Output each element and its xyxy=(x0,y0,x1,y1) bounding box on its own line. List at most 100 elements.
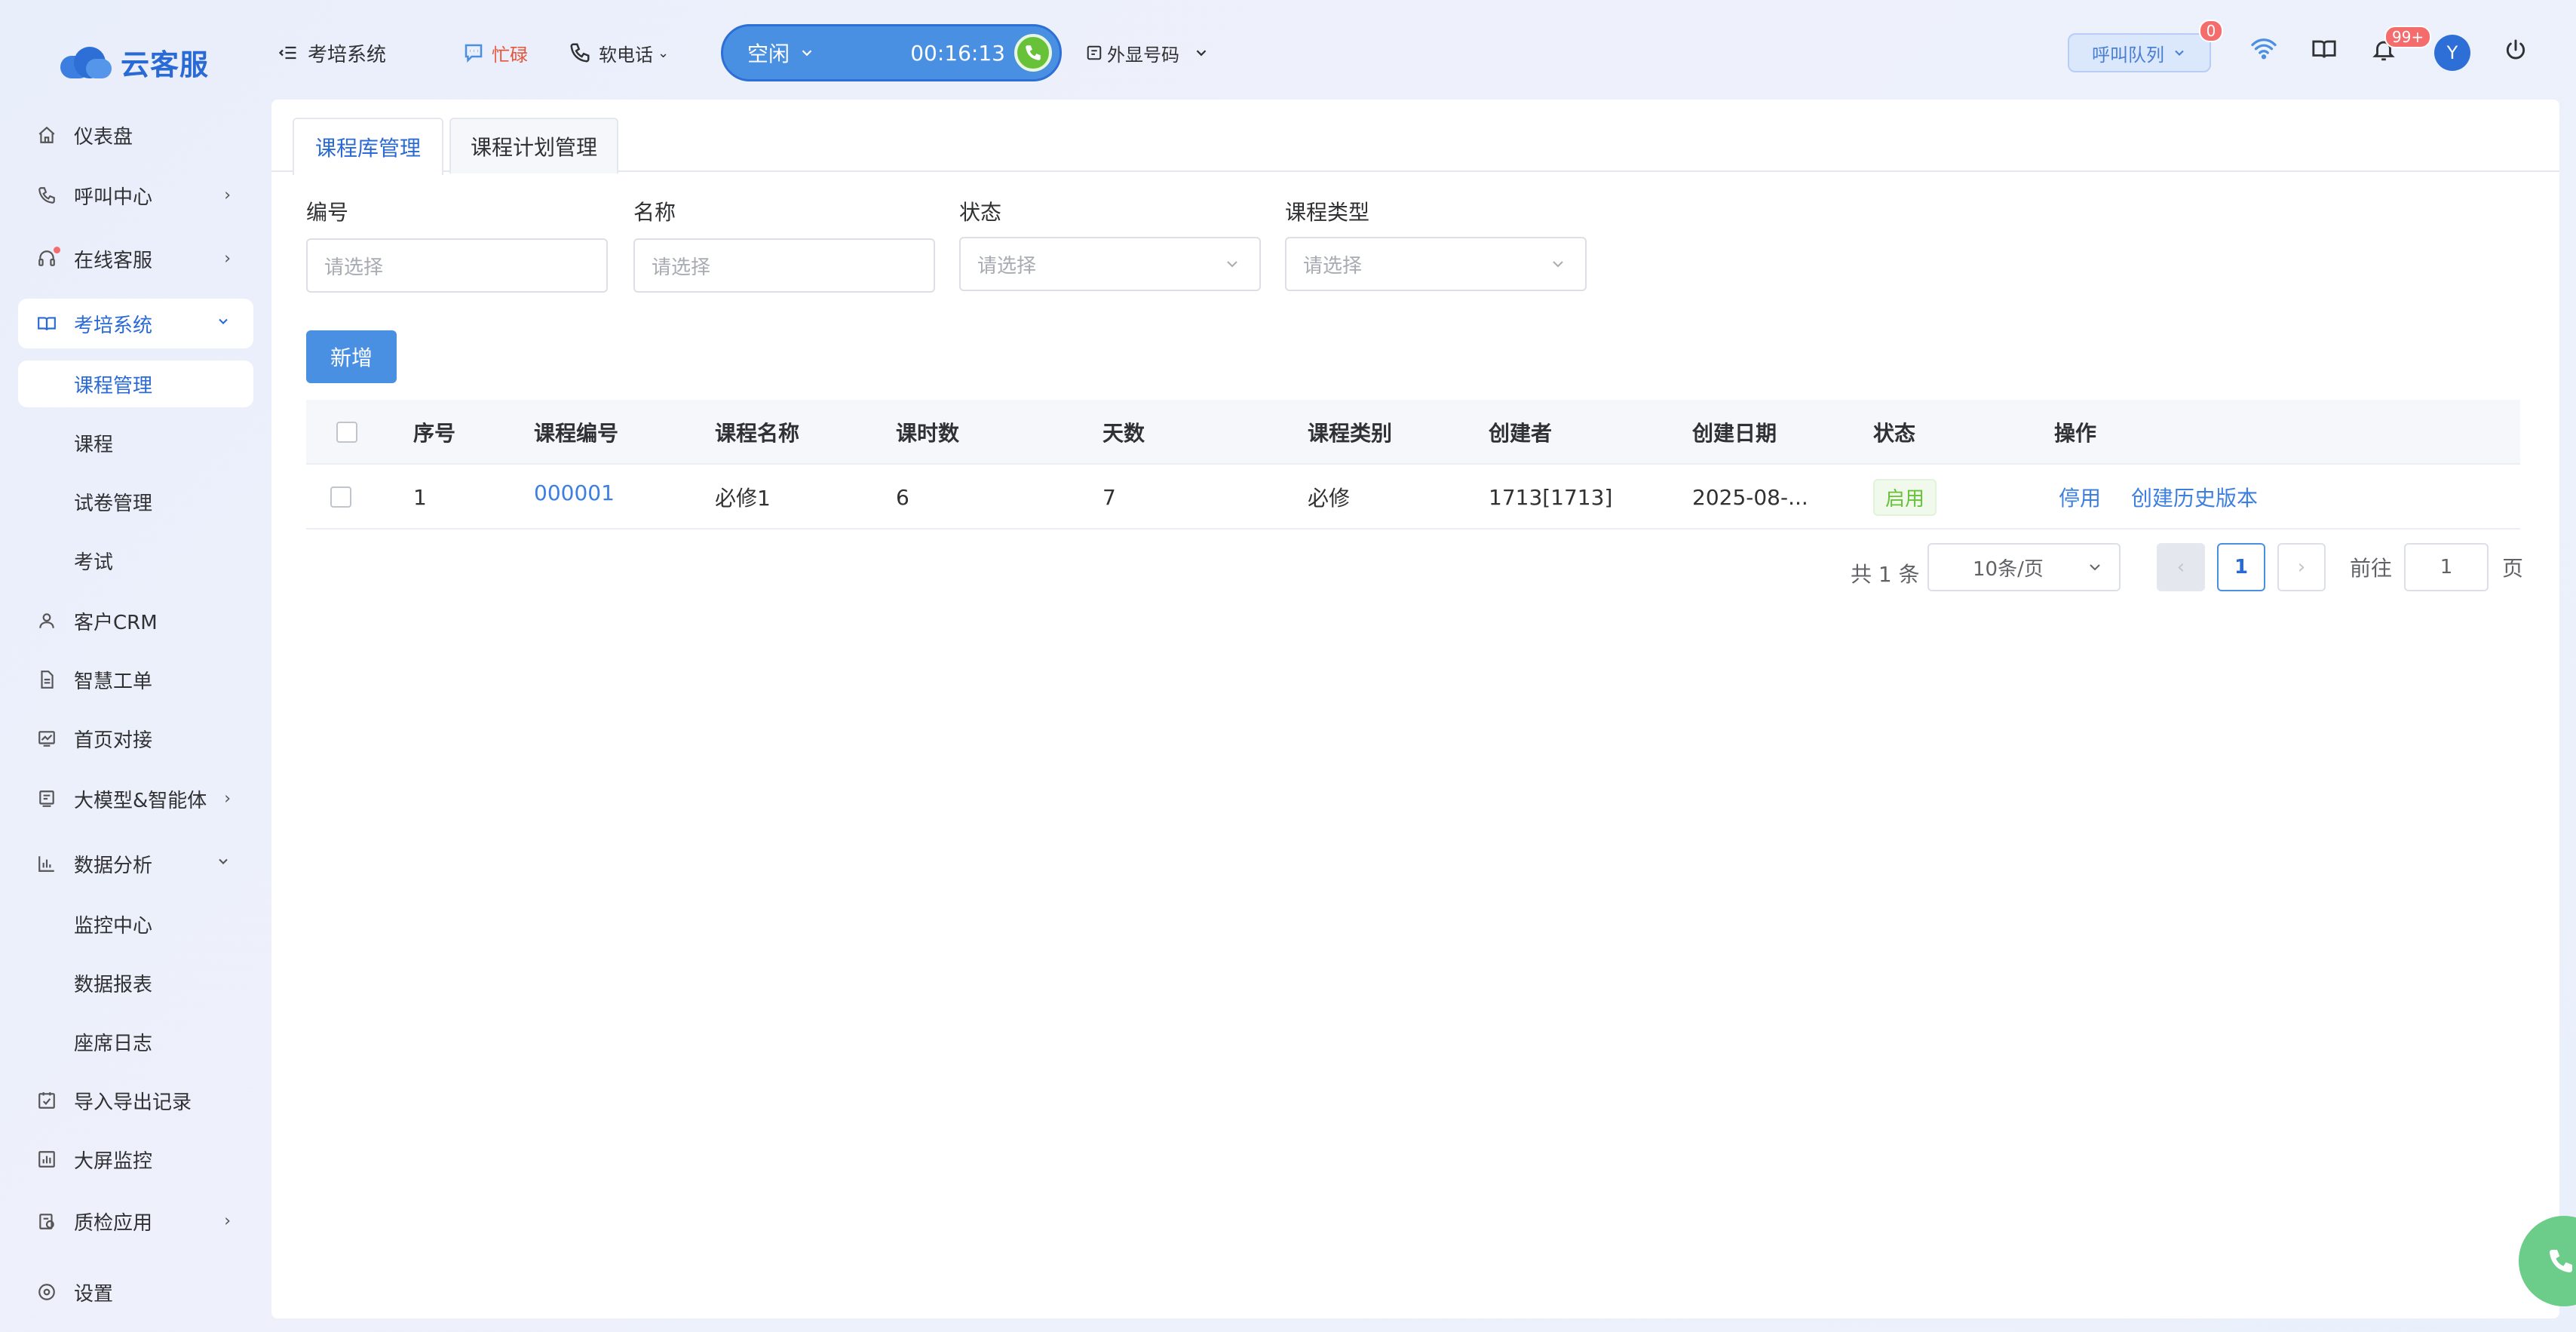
sidebar-item-label: 仪表盘 xyxy=(74,125,133,149)
row-days: 7 xyxy=(1102,484,1116,510)
sidebar-item-label: 大模型&智能体 xyxy=(74,789,207,812)
sidebar-item-label: 大屏监控 xyxy=(74,1149,153,1173)
busy-status-button[interactable]: 忙碌 xyxy=(462,38,528,68)
sidebar-item-import-export[interactable]: 导入导出记录 xyxy=(18,1076,253,1125)
sidebar-item-label: 首页对接 xyxy=(74,729,153,752)
placeholder-text: 请选择 xyxy=(977,254,1037,278)
sidebar-item-crm[interactable]: 客户CRM xyxy=(18,596,253,646)
col-days: 天数 xyxy=(1102,421,1145,446)
sidebar-item-exam-system[interactable]: 考培系统 xyxy=(18,299,253,348)
sidebar-item-label: 在线客服 xyxy=(74,249,153,272)
power-icon[interactable] xyxy=(2504,38,2528,65)
chevron-down-icon xyxy=(216,854,231,873)
answer-call-button[interactable] xyxy=(1014,34,1052,72)
chart-monitor-icon xyxy=(36,728,57,749)
col-created-date: 创建日期 xyxy=(1692,421,1777,446)
goto-page-input[interactable]: 1 xyxy=(2404,543,2489,591)
col-actions: 操作 xyxy=(2054,421,2097,446)
pagination-total: 共 1 条 xyxy=(1851,562,1920,587)
sidebar-subitem-label: 考试 xyxy=(74,551,114,574)
tab-course-library[interactable]: 课程库管理 xyxy=(293,118,443,175)
col-course-code: 课程编号 xyxy=(534,421,619,446)
sidebar-item-call-center[interactable]: 呼叫中心 › xyxy=(18,170,253,220)
prev-page-button[interactable]: ‹ xyxy=(2157,543,2205,591)
add-button[interactable]: 新增 xyxy=(306,330,397,383)
select-all-checkbox[interactable] xyxy=(336,400,357,465)
tab-course-plan[interactable]: 课程计划管理 xyxy=(449,118,618,173)
chevron-right-icon: › xyxy=(224,186,231,205)
row-category: 必修 xyxy=(1308,486,1351,511)
bar-chart-icon xyxy=(36,853,57,874)
sidebar-subitem-label: 数据报表 xyxy=(74,973,153,996)
document-icon xyxy=(36,669,57,690)
filter-code-input[interactable]: 请选择 xyxy=(306,238,608,293)
col-status: 状态 xyxy=(1873,421,1916,446)
sidebar-subitem-label: 座席日志 xyxy=(74,1032,153,1055)
chevron-down-icon xyxy=(1227,261,1237,268)
filter-type-select[interactable]: 请选择 xyxy=(1285,237,1587,291)
user-icon xyxy=(36,610,57,631)
clipboard-icon xyxy=(36,1211,57,1232)
sidebar-subitem-monitor-center[interactable]: 监控中心 xyxy=(18,901,253,947)
sidebar-subitem-course[interactable]: 课程 xyxy=(18,419,253,466)
sidebar-subitem-label: 课程 xyxy=(74,433,114,456)
sidebar-item-dashboard[interactable]: 仪表盘 xyxy=(18,110,253,160)
agent-status-dropdown[interactable]: 空闲 xyxy=(747,38,815,68)
book-icon[interactable] xyxy=(2311,36,2338,65)
row-checkbox[interactable] xyxy=(330,465,351,529)
sidebar-item-label: 客户CRM xyxy=(74,611,158,634)
sidebar-subitem-exam[interactable]: 考试 xyxy=(18,537,253,584)
filter-name-input[interactable]: 请选择 xyxy=(633,238,935,293)
page-size-select[interactable]: 10条/页 xyxy=(1927,543,2121,591)
home-icon xyxy=(36,124,57,146)
chevron-down-icon xyxy=(2090,564,2100,571)
placeholder-text: 请选择 xyxy=(324,256,384,279)
module-title[interactable]: 考培系统 xyxy=(278,38,386,68)
gear-icon xyxy=(36,1281,57,1303)
menu-fold-icon xyxy=(278,42,299,63)
filter-status-select[interactable]: 请选择 xyxy=(959,237,1261,291)
chevron-down-icon xyxy=(1196,50,1207,57)
outbound-number-dropdown[interactable]: 外显号码 xyxy=(1086,38,1210,68)
call-queue-dropdown[interactable]: 呼叫队列 xyxy=(2068,33,2211,72)
sidebar: 云客服 仪表盘 呼叫中心 › 在线客服 › 考培系统 课程管理 课程 试卷管理 … xyxy=(0,0,268,1332)
sidebar-subitem-course-management[interactable]: 课程管理 xyxy=(18,361,253,407)
sidebar-item-homepage-integration[interactable]: 首页对接 xyxy=(18,714,253,763)
sidebar-subitem-paper-management[interactable]: 试卷管理 xyxy=(18,478,253,525)
sidebar-item-work-order[interactable]: 智慧工单 xyxy=(18,655,253,704)
sidebar-subitem-agent-log[interactable]: 座席日志 xyxy=(18,1018,253,1065)
row-hours: 6 xyxy=(896,484,909,510)
dashboard-screen-icon xyxy=(36,1149,57,1170)
chevron-right-icon: › xyxy=(224,249,231,269)
wifi-icon[interactable] xyxy=(2249,35,2279,65)
call-queue-label: 呼叫队列 xyxy=(2092,44,2164,66)
col-category: 课程类别 xyxy=(1308,421,1393,446)
sidebar-item-settings[interactable]: 设置 xyxy=(18,1267,253,1317)
create-history-version-button[interactable]: 创建历史版本 xyxy=(2131,465,2258,529)
filter-type-label: 课程类型 xyxy=(1285,200,1370,225)
sidebar-item-label: 呼叫中心 xyxy=(74,186,153,209)
sidebar-item-big-screen[interactable]: 大屏监控 xyxy=(18,1134,253,1184)
page-number-current[interactable]: 1 xyxy=(2217,543,2265,591)
sidebar-item-quality-check[interactable]: 质检应用 › xyxy=(18,1196,253,1246)
placeholder-text: 请选择 xyxy=(1303,254,1363,278)
softphone-label: 软电话 xyxy=(599,44,653,66)
avatar[interactable]: Y xyxy=(2434,35,2470,71)
sidebar-item-label: 质检应用 xyxy=(74,1211,153,1235)
sidebar-item-data-analysis[interactable]: 数据分析 xyxy=(18,839,253,889)
sidebar-subitem-label: 课程管理 xyxy=(74,374,153,397)
disable-button[interactable]: 停用 xyxy=(2059,465,2101,529)
sidebar-item-ai-models[interactable]: 大模型&智能体 › xyxy=(18,774,253,824)
table-row: 1 000001 必修1 6 7 必修 1713[1713] 2025-08-.… xyxy=(306,465,2520,529)
agent-status-text: 空闲 xyxy=(747,41,790,66)
next-page-button[interactable]: › xyxy=(2277,543,2326,591)
sidebar-subitem-data-report[interactable]: 数据报表 xyxy=(18,959,253,1006)
softphone-dropdown[interactable]: 软电话 ⌄ xyxy=(569,38,669,68)
phone-icon xyxy=(2550,1250,2572,1272)
sidebar-item-online-service[interactable]: 在线客服 › xyxy=(18,234,253,284)
caller-id-icon xyxy=(1086,45,1102,61)
row-course-code-link[interactable]: 000001 xyxy=(534,460,615,525)
filter-status-label: 状态 xyxy=(959,200,1002,225)
agent-status-pill[interactable]: 空闲 00:16:13 xyxy=(721,24,1062,81)
chevron-down-icon xyxy=(2175,50,2184,56)
